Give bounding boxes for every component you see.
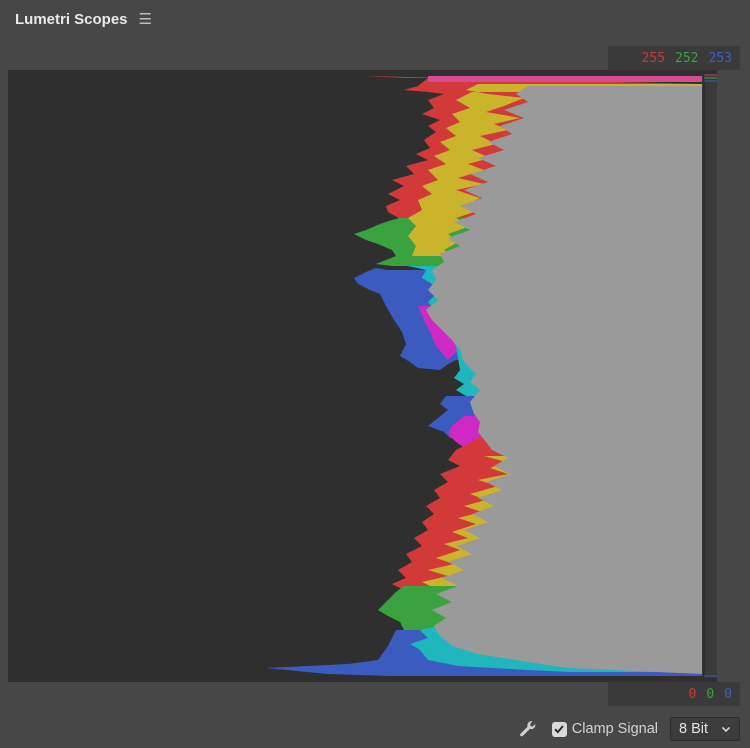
scope-footer: Clamp Signal 8 Bit (0, 710, 750, 748)
checkmark-icon (554, 725, 565, 734)
readout-max-green: 252 (675, 50, 699, 66)
wrench-icon[interactable] (518, 719, 538, 739)
histogram-top-spike-pink (428, 76, 702, 82)
panel-menu-icon[interactable]: ☰ (139, 10, 152, 28)
bit-depth-select[interactable]: 8 Bit (670, 717, 740, 741)
readout-min-green: 0 (706, 686, 715, 702)
readout-min-blue: 0 (724, 686, 732, 702)
readout-max: 255 252 253 (608, 46, 740, 70)
chevron-down-icon (721, 726, 731, 733)
bit-depth-value: 8 Bit (679, 721, 709, 737)
readout-max-blue: 253 (708, 50, 732, 66)
readout-min-red: 0 (688, 686, 697, 702)
histogram-plot (266, 74, 717, 678)
readout-max-red: 255 (641, 50, 666, 66)
panel-header: Lumetri Scopes ☰ (0, 0, 750, 38)
clamp-signal-checkbox[interactable] (551, 721, 567, 737)
panel-title: Lumetri Scopes (15, 10, 128, 28)
clamp-signal-label: Clamp Signal (571, 721, 658, 737)
histogram-waveforms (266, 76, 702, 676)
readout-min: 0 0 0 (608, 682, 740, 706)
